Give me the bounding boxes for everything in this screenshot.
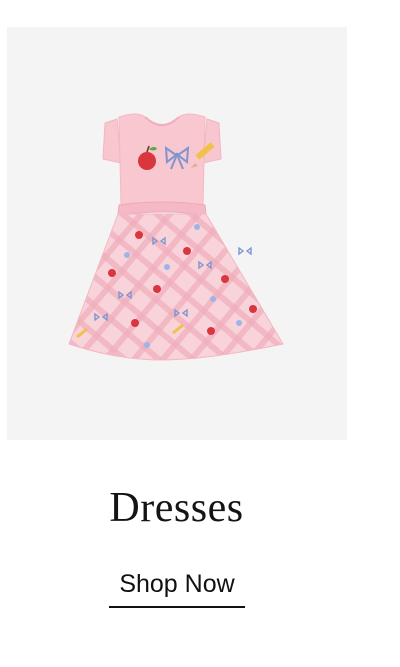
dress-illustration <box>68 113 284 361</box>
apple-icon <box>138 152 156 170</box>
category-card[interactable]: Dresses Shop Now <box>0 0 400 667</box>
product-image[interactable] <box>7 27 347 440</box>
category-title: Dresses <box>109 485 244 531</box>
shop-now-underline <box>109 606 245 608</box>
shop-now-link[interactable]: Shop Now <box>109 568 245 600</box>
